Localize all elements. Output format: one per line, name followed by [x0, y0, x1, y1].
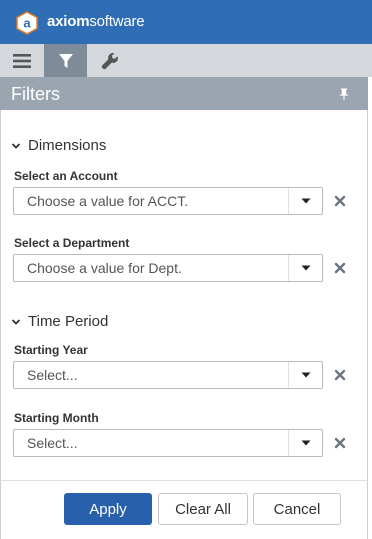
- clear-starting-year-icon[interactable]: [333, 368, 347, 382]
- axiom-logo-icon: a: [16, 11, 38, 35]
- section-dimensions-title: Dimensions: [28, 137, 107, 154]
- hamburger-icon: [12, 53, 31, 68]
- clear-department-icon[interactable]: [333, 261, 347, 275]
- starting-year-placeholder: Select...: [27, 367, 78, 383]
- starting-year-label: Starting Year: [14, 343, 88, 357]
- brand-prefix: axiom: [47, 13, 90, 30]
- department-label: Select a Department: [14, 236, 130, 250]
- section-time-period-title: Time Period: [28, 313, 109, 330]
- section-dimensions[interactable]: Dimensions: [11, 137, 106, 154]
- pin-icon[interactable]: [338, 88, 350, 100]
- account-select[interactable]: Choose a value for ACCT.: [13, 187, 323, 215]
- starting-month-label: Starting Month: [14, 411, 99, 425]
- dropdown-arrow-icon[interactable]: [288, 362, 322, 388]
- tab-filter[interactable]: [44, 44, 87, 77]
- starting-month-select[interactable]: Select...: [13, 429, 323, 457]
- top-bar: a axiomsoftware: [0, 0, 372, 44]
- starting-month-placeholder: Select...: [27, 435, 78, 451]
- clear-starting-month-icon[interactable]: [333, 436, 347, 450]
- dropdown-arrow-icon[interactable]: [288, 188, 322, 214]
- tab-bar: [0, 44, 372, 77]
- cancel-button[interactable]: Cancel: [253, 493, 341, 525]
- filter-icon: [58, 53, 73, 68]
- dropdown-arrow-icon[interactable]: [288, 430, 322, 456]
- chevron-down-icon: [11, 318, 21, 325]
- wrench-icon: [101, 52, 118, 69]
- clear-all-button[interactable]: Clear All: [158, 493, 248, 525]
- logo-letter: a: [23, 16, 31, 31]
- account-label: Select an Account: [14, 169, 118, 183]
- clear-account-icon[interactable]: [333, 194, 347, 208]
- chevron-down-icon: [11, 142, 21, 149]
- dropdown-arrow-icon[interactable]: [288, 255, 322, 281]
- department-placeholder: Choose a value for Dept.: [27, 260, 182, 276]
- brand-suffix: software: [89, 13, 145, 30]
- department-select[interactable]: Choose a value for Dept.: [13, 254, 323, 282]
- tab-tools[interactable]: [88, 44, 131, 77]
- filters-title: Filters: [11, 84, 60, 104]
- tab-menu[interactable]: [0, 44, 43, 77]
- apply-button[interactable]: Apply: [64, 493, 152, 525]
- section-time-period[interactable]: Time Period: [11, 313, 108, 330]
- starting-year-select[interactable]: Select...: [13, 361, 323, 389]
- brand-name: axiomsoftware: [47, 13, 145, 30]
- account-placeholder: Choose a value for ACCT.: [27, 193, 189, 209]
- filters-header: Filters: [0, 77, 368, 110]
